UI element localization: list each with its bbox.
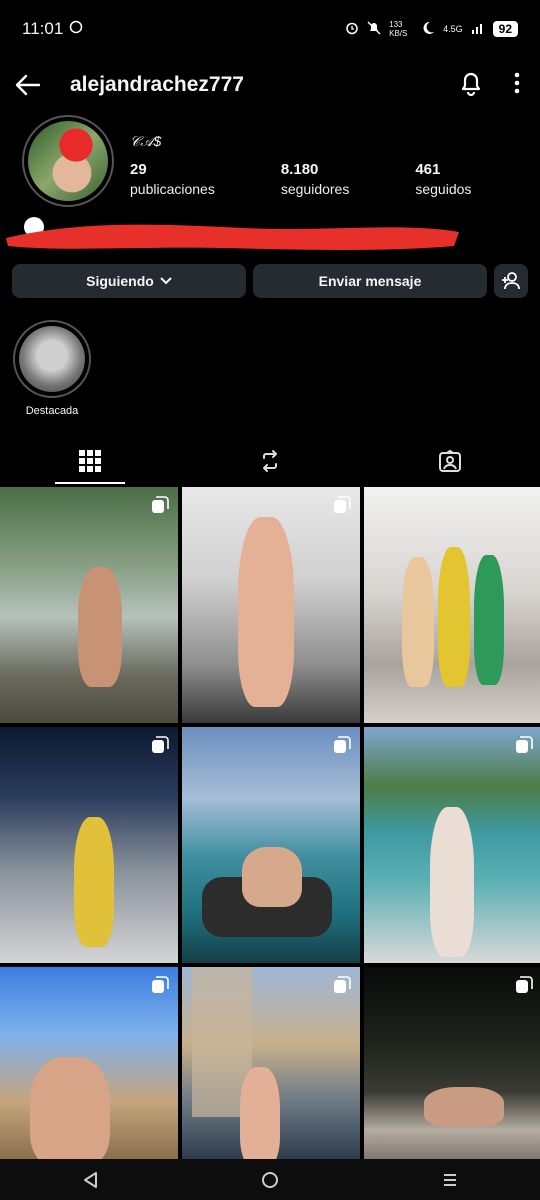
carousel-icon	[516, 976, 533, 993]
avatar[interactable]	[22, 115, 114, 207]
tagged-icon	[439, 449, 461, 472]
carousel-icon	[334, 496, 351, 513]
carousel-icon	[152, 976, 169, 993]
arrow-left-icon	[15, 74, 41, 96]
post-thumbnail[interactable]	[182, 487, 360, 723]
profile-display-name: 𝒞𝒜$	[130, 133, 162, 149]
highlight-label: Destacada	[25, 405, 79, 417]
carousel-icon	[152, 736, 169, 753]
status-bar: 11:01 133 KB/S 4.5G 92	[0, 0, 540, 58]
bell-icon	[461, 72, 481, 96]
carousel-icon	[334, 736, 351, 753]
add-person-icon	[502, 272, 520, 290]
carousel-icon	[334, 976, 351, 993]
following-label: Siguiendo	[86, 273, 154, 289]
post-thumbnail[interactable]	[0, 967, 178, 1159]
profile-info: 𝒞𝒜$ 29 publicaciones 8.180 seguidores 46…	[130, 115, 522, 211]
tab-reposts[interactable]	[180, 436, 360, 486]
net-speed: 133 KB/S	[389, 20, 408, 38]
story-highlight[interactable]: Destacada	[12, 320, 92, 417]
back-button[interactable]	[14, 71, 42, 99]
highlight-ring	[13, 320, 91, 398]
moon-icon	[421, 21, 435, 38]
profile-stats: 29 publicaciones 8.180 seguidores 461 se…	[130, 161, 522, 197]
battery-level: 92	[492, 21, 518, 37]
stat-following[interactable]: 461 seguidos	[415, 161, 471, 197]
redaction-mark	[6, 217, 459, 250]
chevron-down-icon	[160, 277, 172, 285]
profile-summary: 𝒞𝒜$ 29 publicaciones 8.180 seguidores 46…	[22, 115, 522, 211]
alarm-icon	[345, 21, 359, 38]
following-button[interactable]: Siguiendo	[12, 264, 246, 298]
post-thumbnail[interactable]	[364, 967, 540, 1159]
grid-icon	[79, 450, 101, 472]
signal-icon	[471, 21, 485, 38]
more-options-button[interactable]	[514, 72, 520, 99]
notifications-button[interactable]	[458, 69, 484, 102]
status-icons: 133 KB/S 4.5G 92	[345, 20, 518, 38]
suggest-people-button[interactable]	[494, 264, 528, 298]
more-vertical-icon	[514, 72, 520, 93]
stat-followers-label: seguidores	[280, 181, 350, 197]
nav-back-button[interactable]	[70, 1160, 110, 1200]
stat-posts[interactable]: 29 publicaciones	[130, 161, 215, 197]
triangle-back-icon	[84, 1171, 97, 1188]
post-grid	[0, 487, 540, 1159]
avatar-image	[28, 121, 108, 201]
carousel-icon	[516, 736, 533, 753]
nav-home-button[interactable]	[250, 1160, 290, 1200]
nav-recents-button[interactable]	[430, 1160, 470, 1200]
tab-posts[interactable]	[0, 436, 180, 486]
profile-header: alejandrachez777	[0, 58, 540, 112]
message-label: Enviar mensaje	[318, 273, 422, 289]
repost-icon	[263, 450, 277, 472]
profile-actions: Siguiendo Enviar mensaje	[12, 264, 528, 300]
post-thumbnail[interactable]	[364, 727, 540, 963]
circle-home-icon	[262, 1171, 278, 1188]
post-thumbnail[interactable]	[0, 487, 178, 723]
menu-lines-icon	[444, 1173, 456, 1186]
profile-username: alejandrachez777	[70, 73, 244, 96]
signal-label: 4.5G	[443, 24, 463, 34]
message-button[interactable]: Enviar mensaje	[253, 264, 487, 298]
post-thumbnail[interactable]	[182, 727, 360, 963]
stat-followers[interactable]: 8.180 seguidores	[281, 161, 350, 197]
status-time: 11:01	[22, 19, 64, 38]
stat-followers-value: 8.180	[280, 161, 319, 178]
highlight-image	[19, 326, 85, 392]
stat-following-value: 461	[415, 161, 441, 178]
stat-posts-value: 29	[130, 161, 147, 178]
stat-posts-label: publicaciones	[130, 181, 215, 197]
post-thumbnail[interactable]	[0, 727, 178, 963]
stat-following-label: seguidos	[415, 181, 472, 197]
profile-tabs	[0, 436, 540, 486]
chat-bubble-icon	[69, 19, 83, 39]
carousel-icon	[152, 496, 169, 513]
post-thumbnail[interactable]	[364, 487, 540, 723]
tab-tagged[interactable]	[360, 436, 540, 486]
post-thumbnail[interactable]	[182, 967, 360, 1159]
system-nav-bar	[0, 1159, 540, 1200]
mute-icon	[367, 21, 381, 38]
